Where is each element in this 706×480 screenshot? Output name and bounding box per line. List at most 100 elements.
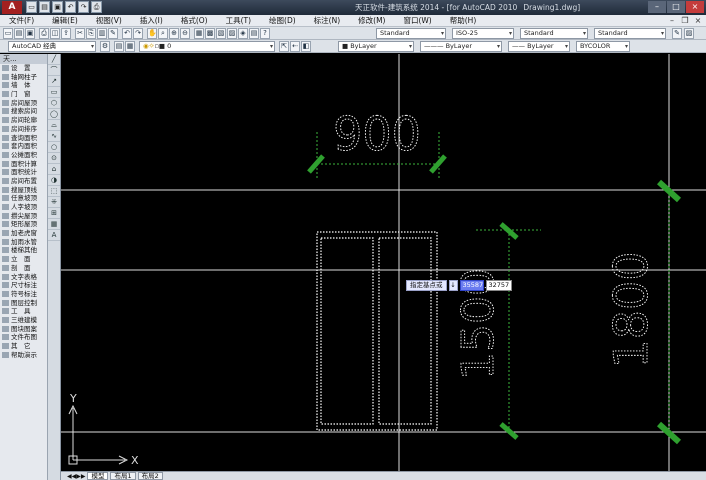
menu-edit[interactable]: 编辑(E) — [43, 15, 87, 26]
draw-tool-icon[interactable]: ⌂ — [48, 164, 60, 175]
palette-item[interactable]: 门 窗 — [0, 90, 47, 99]
palette-item[interactable]: 其 它 — [0, 342, 47, 351]
workspace-select[interactable]: AutoCAD 经典 ▾ — [8, 41, 96, 52]
doc-minimize-button[interactable]: – — [667, 16, 677, 26]
menu-file[interactable]: 文件(F) — [0, 15, 43, 26]
right-panel-rectangle[interactable] — [378, 237, 432, 425]
draw-tool-icon[interactable]: ↗ — [48, 76, 60, 87]
drawing-canvas[interactable]: 900 1500 1800 Y X — [61, 54, 706, 471]
draw-tool-icon[interactable]: A — [48, 230, 60, 241]
close-button[interactable]: × — [686, 1, 704, 13]
tab-model[interactable]: 模型 — [87, 472, 109, 480]
palette-item[interactable]: 尺寸标注 — [0, 281, 47, 290]
properties-icon[interactable]: ▦ — [194, 28, 204, 39]
left-panel-rectangle[interactable] — [320, 237, 374, 425]
markup-icon[interactable]: ◈ — [238, 28, 248, 39]
plotstyle-select[interactable]: BYCOLOR ▾ — [576, 41, 630, 52]
design-center-icon[interactable]: ▩ — [205, 28, 215, 39]
save-icon[interactable]: ▣ — [52, 1, 63, 13]
palette-item[interactable]: 搜屋顶线 — [0, 186, 47, 195]
palette-item[interactable]: 房间排序 — [0, 125, 47, 134]
zoom-previous-icon[interactable]: ⊖ — [180, 28, 190, 39]
layer-state-icon[interactable]: ▦ — [125, 41, 135, 52]
coordinate-y-input[interactable]: 32757 — [485, 280, 512, 291]
menu-view[interactable]: 视图(V) — [87, 15, 131, 26]
zoom-realtime-icon[interactable]: ⌕ — [158, 28, 168, 39]
layer-previous-icon[interactable]: ⇠ — [290, 41, 300, 52]
palette-item[interactable]: 房间布置 — [0, 177, 47, 186]
open-file-icon[interactable]: ▤ — [14, 28, 24, 39]
publish-icon[interactable]: ⇪ — [61, 28, 71, 39]
draw-tool-icon[interactable]: ⌒ — [48, 65, 60, 76]
color-select[interactable]: ■ ByLayer ▾ — [338, 41, 414, 52]
palette-item[interactable]: 图层控制 — [0, 299, 47, 308]
palette-item[interactable]: 面积统计 — [0, 168, 47, 177]
doc-close-button[interactable]: × — [693, 16, 703, 26]
tab-layout1[interactable]: 布局1 — [110, 472, 136, 480]
palette-item[interactable]: 面积计算 — [0, 160, 47, 169]
lineweight-select[interactable]: —— ByLayer ▾ — [508, 41, 570, 52]
draw-tool-icon[interactable]: ⊙ — [48, 153, 60, 164]
menu-tools[interactable]: 工具(T) — [217, 15, 260, 26]
pan-icon[interactable]: ✋ — [147, 28, 157, 39]
draw-tool-icon[interactable]: ○ — [48, 142, 60, 153]
style2-icon[interactable]: ▨ — [684, 28, 694, 39]
save-file-icon[interactable]: ▣ — [25, 28, 35, 39]
palette-item[interactable]: 设 置 — [0, 64, 47, 73]
menu-help[interactable]: 帮助(H) — [441, 15, 486, 26]
maximize-button[interactable]: □ — [667, 1, 685, 13]
palette-item[interactable]: 套内面积 — [0, 142, 47, 151]
undo-tool-icon[interactable]: ↶ — [122, 28, 132, 39]
outer-rectangle[interactable] — [316, 231, 438, 431]
layer-select[interactable]: ◉☼▫■ 0 ▾ — [139, 41, 275, 52]
linetype-select[interactable]: ——— ByLayer ▾ — [420, 41, 502, 52]
text-style-select[interactable]: Standard ▾ — [376, 28, 446, 39]
palette-item[interactable]: 文字表格 — [0, 273, 47, 282]
draw-tool-icon[interactable]: ⊞ — [48, 208, 60, 219]
arrow-down-icon[interactable]: ↓ — [448, 280, 458, 291]
draw-tool-icon[interactable]: ⁜ — [48, 197, 60, 208]
undo-icon[interactable]: ↶ — [65, 1, 76, 13]
palette-item[interactable]: 任意坡顶 — [0, 194, 47, 203]
dimension-text-1800[interactable]: 1800 — [604, 251, 659, 369]
palette-item[interactable]: 人字坡顶 — [0, 203, 47, 212]
zoom-window-icon[interactable]: ⊕ — [169, 28, 179, 39]
palette-item[interactable]: 文件布图 — [0, 333, 47, 342]
new-file-icon[interactable]: ▭ — [3, 28, 13, 39]
print-icon[interactable]: ⎙ — [91, 1, 102, 13]
layer-properties-icon[interactable]: ▤ — [114, 41, 124, 52]
palette-item[interactable]: 剖 面 — [0, 264, 47, 273]
print-icon[interactable]: ⎙ — [39, 28, 49, 39]
palette-title[interactable]: 天... — [0, 54, 47, 64]
copy-icon[interactable]: ⎘ — [86, 28, 96, 39]
draw-tool-icon[interactable]: ▦ — [48, 219, 60, 230]
tool-palettes-icon[interactable]: ▧ — [216, 28, 226, 39]
redo-tool-icon[interactable]: ↷ — [133, 28, 143, 39]
palette-item[interactable]: 帮助演示 — [0, 351, 47, 360]
palette-item[interactable]: 查询面积 — [0, 134, 47, 143]
draw-tool-icon[interactable]: ╱ — [48, 54, 60, 65]
palette-item[interactable]: 墙 体 — [0, 81, 47, 90]
palette-item[interactable]: 楼梯其他 — [0, 246, 47, 255]
multileader-style-select[interactable]: Standard ▾ — [594, 28, 666, 39]
nav-arrows-icon[interactable]: ◀◀▶▶ — [67, 473, 85, 480]
preview-icon[interactable]: ◫ — [50, 28, 60, 39]
make-current-layer-icon[interactable]: ⇱ — [279, 41, 289, 52]
draw-tool-icon[interactable]: ◯ — [48, 109, 60, 120]
palette-item[interactable]: 图块图案 — [0, 325, 47, 334]
draw-tool-icon[interactable]: ▭ — [48, 87, 60, 98]
minimize-button[interactable]: – — [648, 1, 666, 13]
calculator-icon[interactable]: ▤ — [249, 28, 259, 39]
menu-window[interactable]: 窗口(W) — [394, 15, 440, 26]
layer-isolate-icon[interactable]: ◧ — [301, 41, 311, 52]
menu-draw[interactable]: 绘图(D) — [260, 15, 305, 26]
autocad-logo-icon[interactable]: A — [2, 1, 22, 14]
doc-restore-button[interactable]: ❐ — [680, 16, 690, 26]
redo-icon[interactable]: ↷ — [78, 1, 89, 13]
draw-tool-icon[interactable]: ⬚ — [48, 186, 60, 197]
palette-item[interactable]: 搜索房间 — [0, 107, 47, 116]
paste-icon[interactable]: ▥ — [97, 28, 107, 39]
menu-insert[interactable]: 插入(I) — [131, 15, 172, 26]
match-properties-icon[interactable]: ✎ — [108, 28, 118, 39]
tab-layout2[interactable]: 布局2 — [137, 472, 163, 480]
